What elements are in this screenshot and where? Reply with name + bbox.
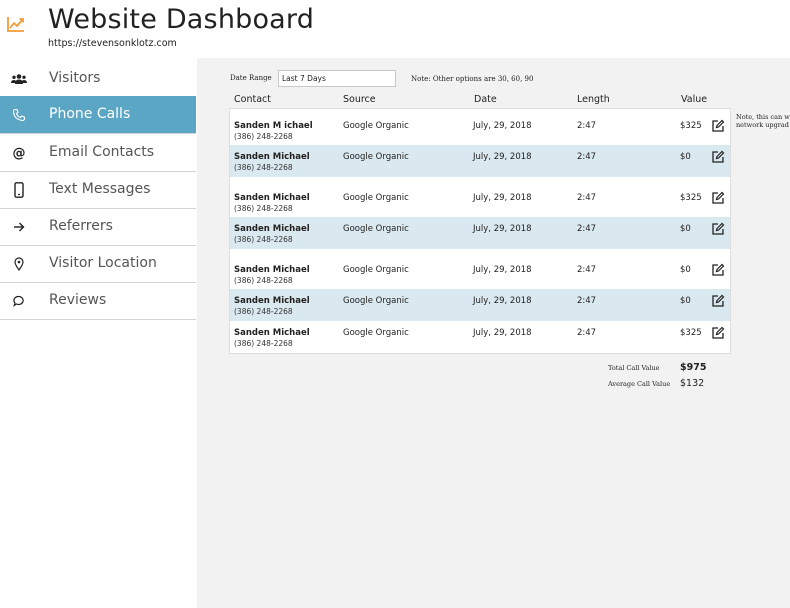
contact-phone: (386) 248-2268 <box>234 163 293 172</box>
column-header-source: Source <box>343 94 376 105</box>
sidebar-item-phone-calls[interactable]: Phone Calls <box>0 96 196 134</box>
trend-chart-icon <box>7 17 24 32</box>
table-row[interactable]: Sanden Michael (386) 248-2268 Google Org… <box>230 217 730 249</box>
arrow-right-icon <box>10 219 28 235</box>
contact-name: Sanden Michael <box>234 224 310 234</box>
sidebar-item-referrers[interactable]: Referrers <box>0 208 196 246</box>
call-date: July, 29, 2018 <box>473 224 532 234</box>
call-length: 2:47 <box>577 121 597 131</box>
call-length: 2:47 <box>577 224 597 234</box>
app-title: Website Dashboard <box>48 4 315 35</box>
edit-icon[interactable] <box>711 191 725 205</box>
table-row[interactable]: Sanden Michael (386) 248-2268 Google Org… <box>230 145 730 177</box>
call-source: Google Organic <box>343 265 409 275</box>
sidebar-item-label: Referrers <box>49 218 113 234</box>
at-icon: @ <box>12 145 26 161</box>
call-value: $0 <box>680 265 691 275</box>
contact-name: Sanden Michael <box>234 296 310 306</box>
call-length: 2:47 <box>577 152 597 162</box>
call-source: Google Organic <box>343 152 409 162</box>
edit-icon[interactable] <box>711 150 725 164</box>
call-value: $325 <box>680 193 702 203</box>
contact-name: Sanden Michael <box>234 265 310 275</box>
chat-bubble-icon <box>10 293 28 309</box>
contact-name: Sanden Michael <box>234 152 310 162</box>
call-value: $325 <box>680 121 702 131</box>
users-icon <box>10 71 28 87</box>
table-row[interactable]: Sanden Michael (386) 248-2268 Google Org… <box>230 289 730 321</box>
column-header-length: Length <box>577 94 610 105</box>
mobile-icon <box>10 182 28 198</box>
call-date: July, 29, 2018 <box>473 265 532 275</box>
call-date: July, 29, 2018 <box>473 121 532 131</box>
contact-name: Sanden M ichael <box>234 121 313 131</box>
sidebar-item-label: Visitor Location <box>49 255 157 271</box>
contact-name: Sanden Michael <box>234 328 310 338</box>
sidebar-item-label: Phone Calls <box>49 106 131 122</box>
contact-phone: (386) 248-2268 <box>234 307 293 316</box>
date-range-label: Date Range <box>230 74 272 82</box>
contact-phone: (386) 248-2268 <box>234 204 293 213</box>
call-length: 2:47 <box>577 328 597 338</box>
calls-table: Sanden M ichael (386) 248-2268 Google Or… <box>229 108 731 354</box>
edit-icon[interactable] <box>711 119 725 133</box>
call-date: July, 29, 2018 <box>473 152 532 162</box>
sidebar-item-label: Email Contacts <box>49 144 155 160</box>
table-row[interactable]: Sanden Michael (386) 248-2268 Google Org… <box>230 258 730 290</box>
call-length: 2:47 <box>577 296 597 306</box>
table-row[interactable]: Sanden Michael (386) 248-2268 Google Org… <box>230 186 730 218</box>
main-content: Date Range Note: Other options are 30, 6… <box>197 58 790 608</box>
sidebar-item-email-contacts[interactable]: @ Email Contacts <box>0 134 196 172</box>
side-note: Note, this can w network upgrad <box>736 113 790 129</box>
edit-icon[interactable] <box>711 326 725 340</box>
edit-icon[interactable] <box>711 222 725 236</box>
call-value: $0 <box>680 224 691 234</box>
call-source: Google Organic <box>343 296 409 306</box>
map-pin-icon <box>10 256 28 272</box>
call-value: $0 <box>680 296 691 306</box>
call-source: Google Organic <box>343 193 409 203</box>
contact-phone: (386) 248-2268 <box>234 339 293 348</box>
average-call-value-label: Average Call Value <box>608 380 671 388</box>
average-call-value: $132 <box>680 378 705 389</box>
call-length: 2:47 <box>577 193 597 203</box>
date-range-input[interactable] <box>278 70 396 87</box>
table-row[interactable]: Sanden M ichael (386) 248-2268 Google Or… <box>230 114 730 146</box>
call-date: July, 29, 2018 <box>473 328 532 338</box>
sidebar-item-visitors[interactable]: Visitors <box>0 60 196 98</box>
date-range-note: Note: Other options are 30, 60, 90 <box>411 75 534 83</box>
contact-phone: (386) 248-2268 <box>234 276 293 285</box>
contact-phone: (386) 248-2268 <box>234 235 293 244</box>
sidebar-item-text-messages[interactable]: Text Messages <box>0 171 196 209</box>
sidebar-item-label: Visitors <box>49 70 101 86</box>
sidebar-item-label: Text Messages <box>49 181 151 197</box>
call-date: July, 29, 2018 <box>473 193 532 203</box>
total-call-value: $975 <box>680 362 707 373</box>
sidebar: Visitors Phone Calls @ Email Contacts Te… <box>0 58 197 608</box>
phone-icon <box>10 107 28 123</box>
column-header-contact: Contact <box>234 94 271 105</box>
column-header-date: Date <box>474 94 497 105</box>
call-value: $0 <box>680 152 691 162</box>
sidebar-item-reviews[interactable]: Reviews <box>0 282 196 320</box>
column-header-value: Value <box>681 94 708 105</box>
side-note-line: Note, this can w <box>736 113 790 121</box>
edit-icon[interactable] <box>711 263 725 277</box>
side-note-line: network upgrad <box>736 121 789 129</box>
header: Website Dashboard https://stevensonklotz… <box>0 0 790 58</box>
contact-name: Sanden Michael <box>234 193 310 203</box>
call-length: 2:47 <box>577 265 597 275</box>
call-source: Google Organic <box>343 121 409 131</box>
edit-icon[interactable] <box>711 294 725 308</box>
contact-phone: (386) 248-2268 <box>234 132 293 141</box>
sidebar-item-visitor-location[interactable]: Visitor Location <box>0 245 196 283</box>
call-value: $325 <box>680 328 702 338</box>
call-date: July, 29, 2018 <box>473 296 532 306</box>
table-row[interactable]: Sanden Michael (386) 248-2268 Google Org… <box>230 321 730 353</box>
site-url: https://stevensonklotz.com <box>48 38 177 49</box>
sidebar-item-label: Reviews <box>49 292 107 308</box>
call-source: Google Organic <box>343 224 409 234</box>
call-source: Google Organic <box>343 328 409 338</box>
total-call-value-label: Total Call Value <box>608 364 660 372</box>
